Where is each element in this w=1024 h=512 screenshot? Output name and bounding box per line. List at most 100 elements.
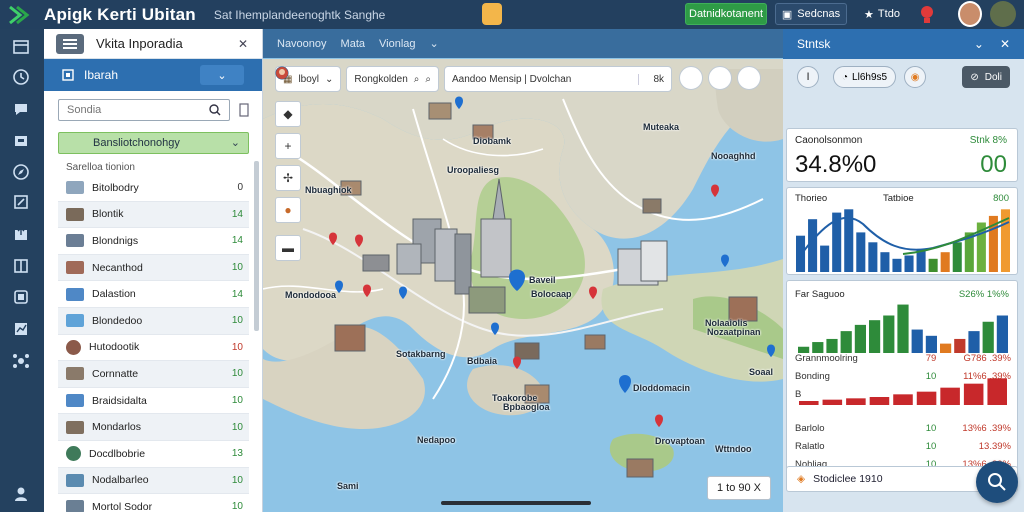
map-tab[interactable]: Mata [341, 38, 365, 50]
list-item[interactable]: Hutodootik 10 [58, 335, 249, 362]
search-icon[interactable] [209, 104, 221, 116]
chart-icon[interactable] [12, 320, 30, 338]
list-item[interactable]: Nodalbarleo 10 [58, 467, 249, 495]
map-label: Diobamk [473, 136, 512, 146]
chart-bar [996, 315, 1008, 353]
globe-icon[interactable] [275, 66, 704, 90]
scrollbar[interactable] [254, 161, 259, 331]
stats-title: Stntsk [797, 37, 831, 51]
upload-icon[interactable] [12, 225, 30, 243]
list-item[interactable]: Dalastion 14 [58, 281, 249, 308]
list-item-count: 10 [231, 421, 243, 433]
map-label: Sotakbarng [396, 349, 446, 359]
chart-bar [925, 335, 937, 353]
row-change: 11%6 .39% [963, 371, 1011, 382]
icon-rail [0, 29, 44, 512]
list-item[interactable]: Blondnigs 14 [58, 228, 249, 255]
list-item-label: Bitolbodry [92, 181, 139, 194]
export-button[interactable]: ⊘ Doli [962, 66, 1010, 88]
info-icon[interactable]: ǀ [797, 66, 819, 88]
list-item[interactable]: Necanthod 10 [58, 254, 249, 282]
map-label: Nedapoo [417, 435, 456, 445]
alert-icon[interactable] [920, 4, 934, 24]
network-icon[interactable] [12, 352, 30, 370]
map-label: Bolocaap [531, 289, 572, 299]
group-header[interactable]: Bansliotchonohgy ⌄ [58, 132, 249, 154]
dataset-selector[interactable]: Ibarah ⌄ [44, 59, 262, 91]
book-icon[interactable] [12, 257, 30, 275]
chevron-down-icon[interactable]: ⌄ [974, 37, 984, 51]
row-change: 13%6 .39% [962, 423, 1011, 434]
list-item-label: Mortol Sodor [92, 500, 153, 512]
period-selector[interactable]: ◔ Ll6h9s5 [833, 66, 897, 88]
chat-icon[interactable] [12, 100, 30, 118]
search-box[interactable] [58, 99, 230, 121]
timeline-scrubber[interactable] [441, 501, 591, 505]
list-item[interactable]: Bitolbodry 0 [58, 175, 249, 202]
toolbar-button[interactable]: ★ Ttdo [856, 3, 908, 25]
comparison-row: Barlolo 10 13%6 .39% [795, 423, 1011, 437]
list-item[interactable]: Docdlbobrie 13 [58, 441, 249, 468]
subgroup-label: Sarelloa tionion [66, 162, 135, 173]
map-address-chip[interactable]: Aandoo Mensip | Dvolchan 8k [444, 66, 673, 92]
layers-icon[interactable]: ▬ [275, 235, 301, 261]
map-tab[interactable]: Navoonoy [277, 38, 327, 50]
close-icon[interactable]: ✕ [236, 37, 250, 51]
zoom-in-icon[interactable]: + [275, 133, 301, 159]
map-search-chip[interactable]: Rongkolden ⌕ ⌕ [346, 66, 440, 92]
menu-button[interactable] [56, 33, 84, 54]
grid-icon[interactable] [12, 38, 30, 56]
layers-icon[interactable] [12, 288, 30, 306]
map-label: Baveil [529, 275, 556, 285]
toolbar-button[interactable]: ▣ Sedcnas [775, 3, 847, 25]
chart-title: Far Saguoo [795, 289, 845, 300]
app-title: Apigk Kerti Ubitan [44, 4, 196, 24]
tag-icon[interactable]: ◆ [275, 101, 301, 127]
chart-bar [868, 242, 878, 272]
floating-action-button[interactable] [976, 461, 1018, 503]
list-panel: Vkita Inporadia ✕ Ibarah ⌄ Bansliotchono… [44, 29, 263, 512]
map-scale[interactable]: 1 to 90 X [707, 476, 771, 500]
workspace-avatar[interactable] [482, 3, 502, 25]
trend-chart [796, 209, 1010, 272]
profile-icon[interactable] [276, 66, 762, 90]
row-name: Ralatlo [795, 441, 825, 452]
map-tab[interactable]: Vionlag [379, 38, 416, 50]
filter-icon[interactable] [238, 103, 250, 117]
chevron-down-icon[interactable]: ⌄ [430, 37, 439, 50]
zoom-icon: ⌕ [425, 73, 432, 85]
map-view[interactable]: Navoonoy Mata Vionlag ⌄ ▦ lboyl ⌄ Rongko… [263, 29, 783, 512]
primary-action-button[interactable]: Datnidkotanent [685, 3, 767, 25]
list-item[interactable]: Blondedoo 10 [58, 307, 249, 335]
inbox-icon[interactable] [12, 132, 30, 150]
panel-title: Vkita Inporadia [96, 36, 183, 51]
edit-icon[interactable] [12, 193, 30, 211]
row-value: 10 [925, 441, 937, 452]
avatar[interactable] [958, 1, 982, 27]
pin-icon[interactable]: ● [275, 197, 301, 223]
list-item-count: 10 [231, 262, 243, 274]
chart-bar [911, 329, 923, 353]
list-item[interactable]: Cornnatte 10 [58, 361, 249, 388]
calendar-icon: ▣ [781, 8, 793, 21]
coin-icon[interactable]: ◉ [904, 66, 927, 88]
search-input[interactable] [67, 104, 209, 116]
pan-icon[interactable]: ✢ [275, 165, 301, 191]
list-item[interactable]: Braidsidalta 10 [58, 388, 249, 415]
row-name: Grannmoolring [795, 353, 858, 364]
list-item[interactable]: Mondarlos 10 [58, 414, 249, 441]
map-label: Drovaptoan [655, 436, 706, 446]
list-item[interactable]: Blontik 14 [58, 201, 249, 229]
chart-label: Thorieo [795, 193, 828, 204]
avatar[interactable] [990, 1, 1016, 27]
chart-bar [897, 304, 909, 353]
chart-bar [928, 258, 938, 272]
clock-icon[interactable] [12, 68, 30, 86]
close-icon[interactable]: ✕ [1000, 37, 1010, 51]
compass-icon[interactable] [12, 163, 30, 181]
list-item[interactable]: Mortol Sodor 10 [58, 494, 249, 512]
chevron-down-icon[interactable]: ⌄ [200, 65, 244, 85]
user-icon[interactable] [12, 485, 30, 503]
kpi-card: Caonolsonmon Stnk 8% 34.8%0 00 [786, 128, 1018, 182]
navigation-icon[interactable] [276, 66, 733, 90]
